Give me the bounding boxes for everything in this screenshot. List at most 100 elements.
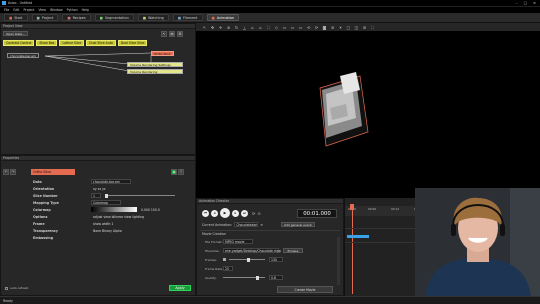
orientation-toggle[interactable]: xy xz yz	[93, 187, 106, 191]
slice-slider[interactable]	[105, 195, 175, 196]
close-icon[interactable]: ×	[533, 1, 536, 5]
layout-double-icon[interactable]: ◫	[354, 25, 359, 30]
view-all-icon[interactable]: ⛶	[266, 25, 271, 30]
zoom-icon[interactable]: ⊕	[226, 25, 231, 30]
tab-filament[interactable]: ■ Filament	[172, 14, 203, 21]
step-back-icon[interactable]: ◂	[211, 209, 218, 217]
menu-edit[interactable]: Edit	[13, 8, 19, 12]
trackball-icon[interactable]: ✥	[210, 25, 215, 30]
ortho-slice-node[interactable]: Ortho Slice	[151, 51, 174, 56]
frame-rate-select[interactable]: 25	[223, 266, 233, 271]
rotate-left-icon[interactable]: ⟲	[306, 25, 311, 30]
tab-segmentation[interactable]: ■ Segmentation	[94, 14, 134, 21]
layout-quad-icon[interactable]: ⊞	[362, 25, 367, 30]
browse-button[interactable]: Browse	[283, 248, 303, 253]
tab-start[interactable]: ■ Start	[4, 14, 28, 21]
undo-icon[interactable]: ↶	[3, 169, 9, 175]
layout-single-icon[interactable]: □	[346, 25, 351, 30]
colormap-range[interactable]: 0.000 100.0	[141, 208, 160, 212]
view-x-icon[interactable]: ▭	[282, 25, 287, 30]
tab-animation[interactable]: ■ Animation	[206, 14, 240, 21]
interact-icon[interactable]: ↖	[202, 25, 207, 30]
volume-rendering-node[interactable]: Volume Rendering	[127, 69, 183, 74]
menu-view[interactable]: View	[38, 8, 46, 12]
file-format-select[interactable]: MPEG movie	[223, 239, 253, 244]
tab-watching[interactable]: ■ Watching	[137, 14, 169, 21]
translate-icon[interactable]: ✛	[218, 25, 223, 30]
prop-row-transparency: Transparency None Binary Alpha	[33, 228, 122, 233]
apply-button[interactable]: Apply	[169, 285, 191, 291]
last-frame-icon[interactable]: ⏭	[241, 209, 248, 217]
view-z-icon[interactable]: ▭	[298, 25, 303, 30]
loop-icon[interactable]: ⟳	[252, 211, 255, 216]
timeline-event-bar[interactable]	[347, 235, 369, 238]
segmentation-icon: ■	[99, 15, 103, 20]
node-connections	[44, 52, 152, 72]
data-node-chocolate[interactable]: chocolate.bar.am	[7, 53, 39, 58]
stereo-icon[interactable]: ⊚	[330, 25, 335, 30]
auto-refresh-checkbox[interactable]: auto-refresh	[5, 286, 28, 290]
viewer-3d[interactable]: ↖ ✥ ✛ ⊕ ↻ ⟂ ⌂ ⌂ ⛶ ◇ ▭ ▭ ▭ ⟲ ⟳ ◙ ⊚ ☀ □ ◫ …	[196, 23, 540, 198]
filename-input[interactable]: ene.yadget/Desktop/Chocolate.mpg	[223, 248, 281, 253]
frames-input[interactable]: 130	[269, 257, 283, 262]
filename-row: Filename: ene.yadget/Desktop/Chocolate.mp…	[205, 246, 335, 255]
mapping-type-select[interactable]: Colormap	[91, 200, 121, 205]
menu-window[interactable]: Window	[50, 8, 63, 12]
step-forward-icon[interactable]: ▸	[232, 209, 239, 217]
maximize-icon[interactable]: □	[524, 1, 527, 5]
movie-creation-heading: Movie Creation	[202, 232, 226, 236]
frames-slider-handle[interactable]	[247, 257, 250, 262]
options-checkboxes[interactable]: adjust view bilinear view lighting	[93, 215, 144, 219]
quality-slider-handle[interactable]	[256, 275, 259, 280]
data-select[interactable]: chocolate.bar.am	[91, 179, 131, 184]
transparency-radios[interactable]: None Binary Alpha	[93, 229, 122, 233]
help-icon[interactable]: ?	[178, 169, 184, 175]
redo-icon[interactable]: ↷	[10, 169, 16, 175]
frame-options[interactable]: show width 1	[93, 222, 113, 226]
play-icon[interactable]: ▶	[220, 208, 230, 218]
visible-icon[interactable]: ◉	[171, 169, 177, 175]
home-icon: ■	[9, 15, 13, 20]
menu-project[interactable]: Project	[24, 8, 35, 12]
menu-python[interactable]: Python	[67, 8, 78, 12]
slice-number-input[interactable]: 1	[91, 193, 101, 198]
set-home-icon[interactable]: ⌂	[258, 25, 263, 30]
measure-icon[interactable]: ⟂	[242, 25, 247, 30]
playback-controls: ⏮ ◂ ▶ ▸ ⏭ ⟳ ⊙	[202, 208, 261, 218]
first-frame-icon[interactable]: ⏮	[202, 209, 209, 217]
menu-file[interactable]: File	[4, 8, 9, 12]
rotate-icon[interactable]: ↻	[234, 25, 239, 30]
rotate-right-icon[interactable]: ⟳	[314, 25, 319, 30]
viewer-toolbar: ↖ ✥ ✛ ⊕ ↻ ⟂ ⌂ ⌂ ⛶ ◇ ▭ ▭ ▭ ⟲ ⟳ ◙ ⊚ ☀ □ ◫ …	[196, 23, 540, 31]
home-view-icon[interactable]: ⌂	[250, 25, 255, 30]
tab-recipes[interactable]: ■ Recipes	[62, 14, 91, 21]
webcam-overlay	[415, 188, 540, 296]
menu-help[interactable]: Help	[82, 8, 89, 12]
add-general-event-button[interactable]: Add general event	[281, 222, 315, 227]
watching-icon: ■	[142, 15, 146, 20]
minimize-icon[interactable]: –	[516, 1, 518, 5]
current-animation-select[interactable]: Chocolatebar	[234, 222, 259, 227]
view-y-icon[interactable]: ▭	[290, 25, 295, 30]
volume-rendering-settings-node[interactable]: Volume Rendering Settings	[127, 62, 183, 67]
checkbox-icon	[5, 286, 8, 290]
time-display[interactable]: 00:01.000	[297, 209, 337, 218]
snapshot-icon[interactable]: ◙	[322, 25, 327, 30]
add-animation-icon[interactable]: ⊕	[260, 223, 263, 227]
light-icon[interactable]: ☀	[338, 25, 343, 30]
module-name-badge[interactable]: Ortho Slice	[31, 169, 75, 175]
frames-spinner-icon[interactable]	[223, 258, 226, 261]
create-movie-button[interactable]: Create Movie	[277, 286, 333, 293]
app-logo-icon	[2, 1, 6, 5]
properties-header: Properties	[1, 156, 195, 161]
project-view-panel: Project View Open Data... ↖ ▤ ⊞ Contrast…	[0, 23, 196, 155]
tab-project[interactable]: ■ Project	[31, 14, 59, 21]
perspective-icon[interactable]: ◇	[274, 25, 279, 30]
colormap-gradient[interactable]	[91, 207, 137, 212]
quality-input[interactable]: 0.8	[269, 275, 283, 280]
fullscreen-icon[interactable]: ⛶	[370, 25, 375, 30]
slice-slider-handle[interactable]	[105, 193, 108, 198]
prop-row-mapping-type: Mapping Type Colormap	[1, 199, 197, 206]
record-icon[interactable]: ⊙	[257, 211, 260, 216]
scrollbar[interactable]	[337, 237, 340, 285]
